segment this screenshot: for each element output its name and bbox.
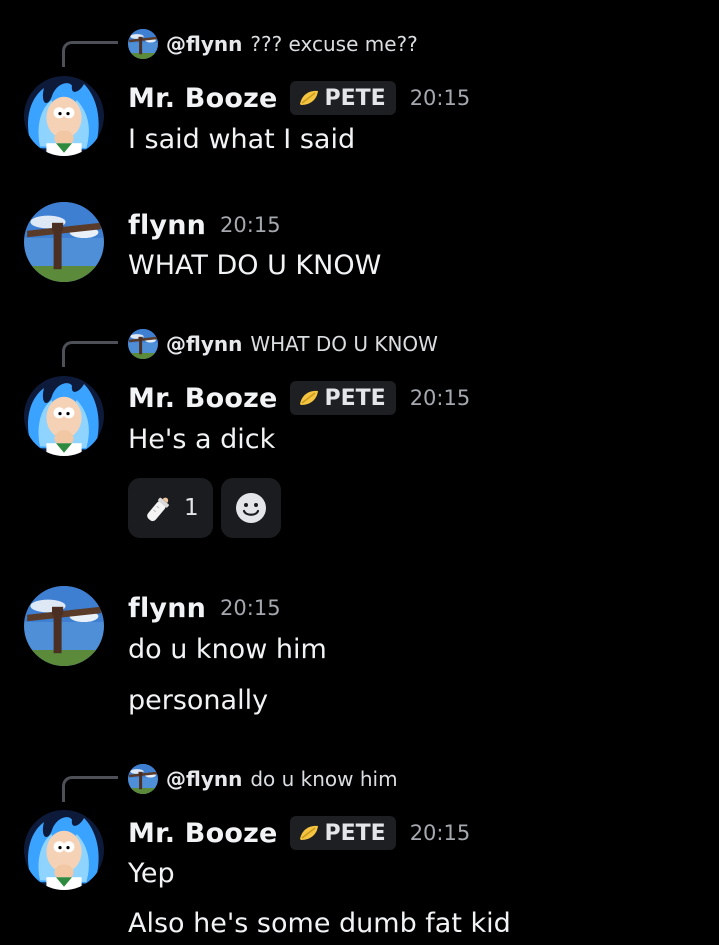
message-header: Mr. Booze PETE 20:15 <box>128 813 470 853</box>
avatar-mr-booze[interactable] <box>24 376 104 456</box>
reply-mention[interactable]: @flynn <box>166 767 242 791</box>
reply-text: ??? excuse me?? <box>250 32 418 56</box>
reply-preview[interactable]: @flynn WHAT DO U KNOW <box>128 329 438 359</box>
message-text: WHAT DO U KNOW <box>128 250 382 281</box>
guild-tag[interactable]: PETE <box>289 81 396 115</box>
guild-tag-label: PETE <box>324 820 386 846</box>
username[interactable]: flynn <box>128 210 206 241</box>
timestamp: 20:15 <box>220 213 281 237</box>
leaf-badge-icon <box>299 90 318 105</box>
avatar-flynn[interactable] <box>24 586 104 666</box>
avatar-mr-booze[interactable] <box>24 810 104 890</box>
message-text: personally <box>128 685 269 716</box>
username[interactable]: flynn <box>128 593 206 624</box>
add-reaction-smiley-icon <box>235 493 266 523</box>
reply-preview[interactable]: @flynn ??? excuse me?? <box>128 29 418 59</box>
timestamp: 20:15 <box>409 821 471 845</box>
username[interactable]: Mr. Booze <box>128 818 278 849</box>
reaction-count: 1 <box>184 495 199 521</box>
baby-bottle-icon <box>147 497 169 522</box>
reaction-baby-bottle[interactable]: 1 <box>128 478 213 538</box>
reply-avatar <box>128 764 158 794</box>
message-text: do u know him <box>128 634 327 665</box>
reactions-bar: 1 <box>128 478 281 538</box>
guild-tag[interactable]: PETE <box>289 381 396 415</box>
avatar-flynn[interactable] <box>24 202 104 282</box>
reply-mention[interactable]: @flynn <box>166 332 242 356</box>
reply-text: WHAT DO U KNOW <box>250 332 438 356</box>
message-header: flynn 20:15 <box>128 205 281 245</box>
timestamp: 20:15 <box>409 386 471 410</box>
reply-connector <box>62 776 118 802</box>
username[interactable]: Mr. Booze <box>128 383 278 414</box>
message-text: Also he's some dumb fat kid <box>128 908 511 939</box>
reply-text: do u know him <box>250 767 398 791</box>
add-reaction-button[interactable] <box>220 478 281 538</box>
message-header: Mr. Booze PETE 20:15 <box>128 78 470 118</box>
guild-tag-label: PETE <box>324 385 386 411</box>
avatar-mr-booze[interactable] <box>24 76 104 156</box>
leaf-badge-icon <box>299 390 318 405</box>
reply-connector <box>62 341 118 367</box>
guild-tag[interactable]: PETE <box>289 816 396 850</box>
timestamp: 20:15 <box>220 596 281 620</box>
leaf-badge-icon <box>299 825 318 840</box>
reply-avatar <box>128 29 158 59</box>
reply-avatar <box>128 329 158 359</box>
reply-preview[interactable]: @flynn do u know him <box>128 764 398 794</box>
message-header: Mr. Booze PETE 20:15 <box>128 378 470 418</box>
message-header: flynn 20:15 <box>128 588 281 628</box>
message-text: I said what I said <box>128 124 356 155</box>
reply-mention[interactable]: @flynn <box>166 32 242 56</box>
username[interactable]: Mr. Booze <box>128 83 278 114</box>
reply-connector <box>62 41 118 67</box>
message-text: Yep <box>128 858 175 889</box>
message-text: He's a dick <box>128 424 276 455</box>
timestamp: 20:15 <box>409 86 471 110</box>
guild-tag-label: PETE <box>324 85 386 111</box>
